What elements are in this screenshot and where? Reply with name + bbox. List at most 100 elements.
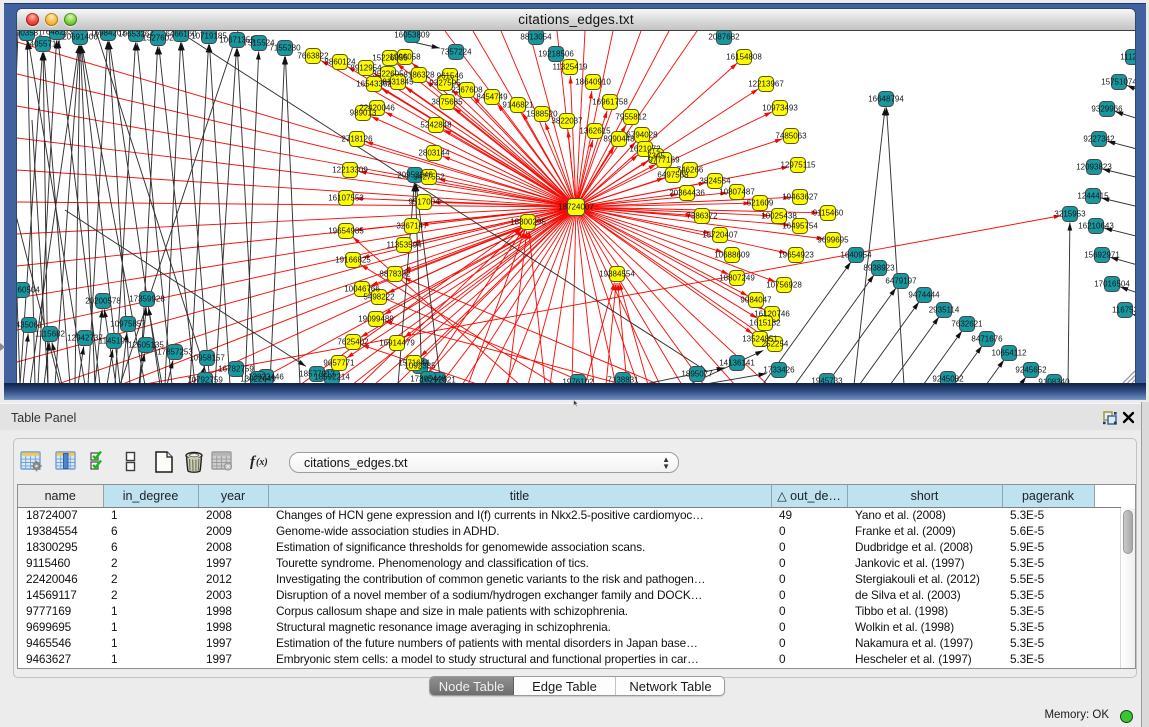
svg-text:14136141: 14136141 <box>719 359 755 368</box>
svg-text:3824554: 3824554 <box>699 177 731 186</box>
svg-text:18724007: 18724007 <box>558 203 594 212</box>
svg-text:26160504: 26160504 <box>17 286 40 295</box>
svg-text:8878332: 8878332 <box>379 270 411 279</box>
svg-text:9108340: 9108340 <box>1038 378 1070 383</box>
svg-text:15720407: 15720407 <box>702 231 738 240</box>
svg-text:8938923: 8938923 <box>863 264 895 273</box>
svg-text:13022649: 13022649 <box>240 375 276 383</box>
svg-text:111243: 111243 <box>1120 53 1135 62</box>
svg-text:16648794: 16648794 <box>868 95 904 104</box>
svg-text:7485063: 7485063 <box>775 132 807 141</box>
svg-text:19099489: 19099489 <box>358 315 394 324</box>
svg-text:9245652: 9245652 <box>1015 366 1047 375</box>
svg-text:7632621: 7632621 <box>951 320 983 329</box>
svg-text:16107553: 16107553 <box>328 194 364 203</box>
svg-text:2718126: 2718126 <box>341 135 373 144</box>
svg-text:10756928: 10756928 <box>766 281 802 290</box>
svg-text:252254: 252254 <box>762 340 789 349</box>
svg-text:1945733: 1945733 <box>811 377 843 383</box>
svg-text:19463627: 19463627 <box>782 193 818 202</box>
svg-text:1640954: 1640954 <box>840 251 872 260</box>
svg-text:12213309: 12213309 <box>332 166 368 175</box>
svg-text:16543362: 16543362 <box>356 80 392 89</box>
svg-text:(x): (x) <box>256 457 268 468</box>
svg-text:14055714: 14055714 <box>25 40 61 49</box>
svg-text:9657771: 9657771 <box>323 359 355 368</box>
svg-text:19654923: 19654923 <box>778 251 814 260</box>
svg-text:18300295: 18300295 <box>510 218 546 227</box>
svg-text:9777169: 9777169 <box>648 156 680 165</box>
svg-text:9474444: 9474444 <box>908 291 940 300</box>
svg-text:16154808: 16154808 <box>726 53 762 62</box>
svg-text:20200578: 20200578 <box>85 297 121 306</box>
svg-text:7138831: 7138831 <box>607 376 639 383</box>
svg-text:19166825: 19166825 <box>335 256 371 265</box>
svg-text:1115682: 1115682 <box>35 330 66 339</box>
svg-text:10807487: 10807487 <box>719 188 755 197</box>
svg-text:9245082: 9245082 <box>932 375 964 383</box>
svg-text:3822037: 3822037 <box>551 117 583 126</box>
svg-text:10975857: 10975857 <box>110 320 146 329</box>
svg-text:1092385: 1092385 <box>404 362 436 371</box>
svg-text:18807249: 18807249 <box>719 274 755 283</box>
svg-text:8813054: 8813054 <box>520 33 552 42</box>
svg-text:9699695: 9699695 <box>817 236 849 245</box>
svg-text:1976102: 1976102 <box>562 378 594 383</box>
svg-text:9084047: 9084047 <box>740 296 772 305</box>
svg-text:20364436: 20364436 <box>669 189 705 198</box>
svg-text:18640910: 18640910 <box>575 78 611 87</box>
svg-text:1996058: 1996058 <box>389 53 421 62</box>
svg-text:17016504: 17016504 <box>1094 280 1130 289</box>
svg-text:7155280: 7155280 <box>269 44 301 53</box>
svg-text:16053809: 16053809 <box>394 31 430 40</box>
svg-text:9329966: 9329966 <box>1091 105 1123 114</box>
svg-text:2935114: 2935114 <box>929 306 960 315</box>
svg-text:3267147: 3267147 <box>396 222 428 231</box>
svg-text:16914479: 16914479 <box>379 339 415 348</box>
svg-text:12213967: 12213967 <box>748 80 784 89</box>
svg-text:2803144: 2803144 <box>418 149 450 158</box>
svg-text:19218506: 19218506 <box>538 50 574 59</box>
svg-text:989013: 989013 <box>350 109 377 118</box>
svg-text:16495754: 16495754 <box>782 222 818 231</box>
svg-text:1733426: 1733426 <box>763 366 795 375</box>
svg-text:1244415: 1244415 <box>1077 192 1109 201</box>
svg-text:16210643: 16210643 <box>1078 222 1114 231</box>
svg-text:17857253: 17857253 <box>157 348 193 357</box>
svg-text:5242848: 5242848 <box>420 121 452 130</box>
svg-text:116753: 116753 <box>1112 306 1135 315</box>
svg-text:11353594: 11353594 <box>387 241 423 250</box>
svg-text:16961758: 16961758 <box>592 98 628 107</box>
svg-text:6479197: 6479197 <box>885 277 917 286</box>
svg-text:1903581: 1903581 <box>17 31 43 38</box>
svg-text:9146821: 9146821 <box>502 101 534 110</box>
svg-text:7357224: 7357224 <box>440 48 472 57</box>
svg-text:3215953: 3215953 <box>1054 210 1086 219</box>
svg-text:10958157: 10958157 <box>189 354 225 363</box>
svg-text:12093823: 12093823 <box>1076 163 1112 172</box>
svg-text:1145194: 1145194 <box>99 337 130 346</box>
svg-text:9517004: 9517004 <box>408 198 440 207</box>
svg-text:1615132: 1615132 <box>749 319 781 328</box>
svg-text:9115460: 9115460 <box>813 209 844 218</box>
svg-text:16120746: 16120746 <box>754 310 790 319</box>
svg-text:435061: 435061 <box>17 321 43 330</box>
svg-text:1895077: 1895077 <box>681 370 713 379</box>
svg-text:8471676: 8471676 <box>971 335 1003 344</box>
svg-text:7955812: 7955812 <box>615 113 647 122</box>
svg-text:746266: 746266 <box>677 166 704 175</box>
svg-text:10973493: 10973493 <box>762 104 798 113</box>
svg-text:15751074: 15751074 <box>1101 78 1135 87</box>
svg-text:18592214: 18592214 <box>314 373 350 382</box>
svg-text:10654112: 10654112 <box>992 349 1028 358</box>
svg-text:9227342: 9227342 <box>1083 135 1115 144</box>
svg-text:10792759: 10792759 <box>187 376 223 383</box>
svg-text:12975115: 12975115 <box>781 161 817 170</box>
svg-text:11325419: 11325419 <box>553 63 589 72</box>
svg-text:6794028: 6794028 <box>626 131 658 140</box>
svg-text:17359928: 17359928 <box>129 295 165 304</box>
svg-text:5498222: 5498222 <box>363 293 395 302</box>
svg-text:10025438: 10025438 <box>761 212 797 221</box>
svg-text:19654985: 19654985 <box>328 227 364 236</box>
svg-text:20953346: 20953346 <box>397 171 433 180</box>
